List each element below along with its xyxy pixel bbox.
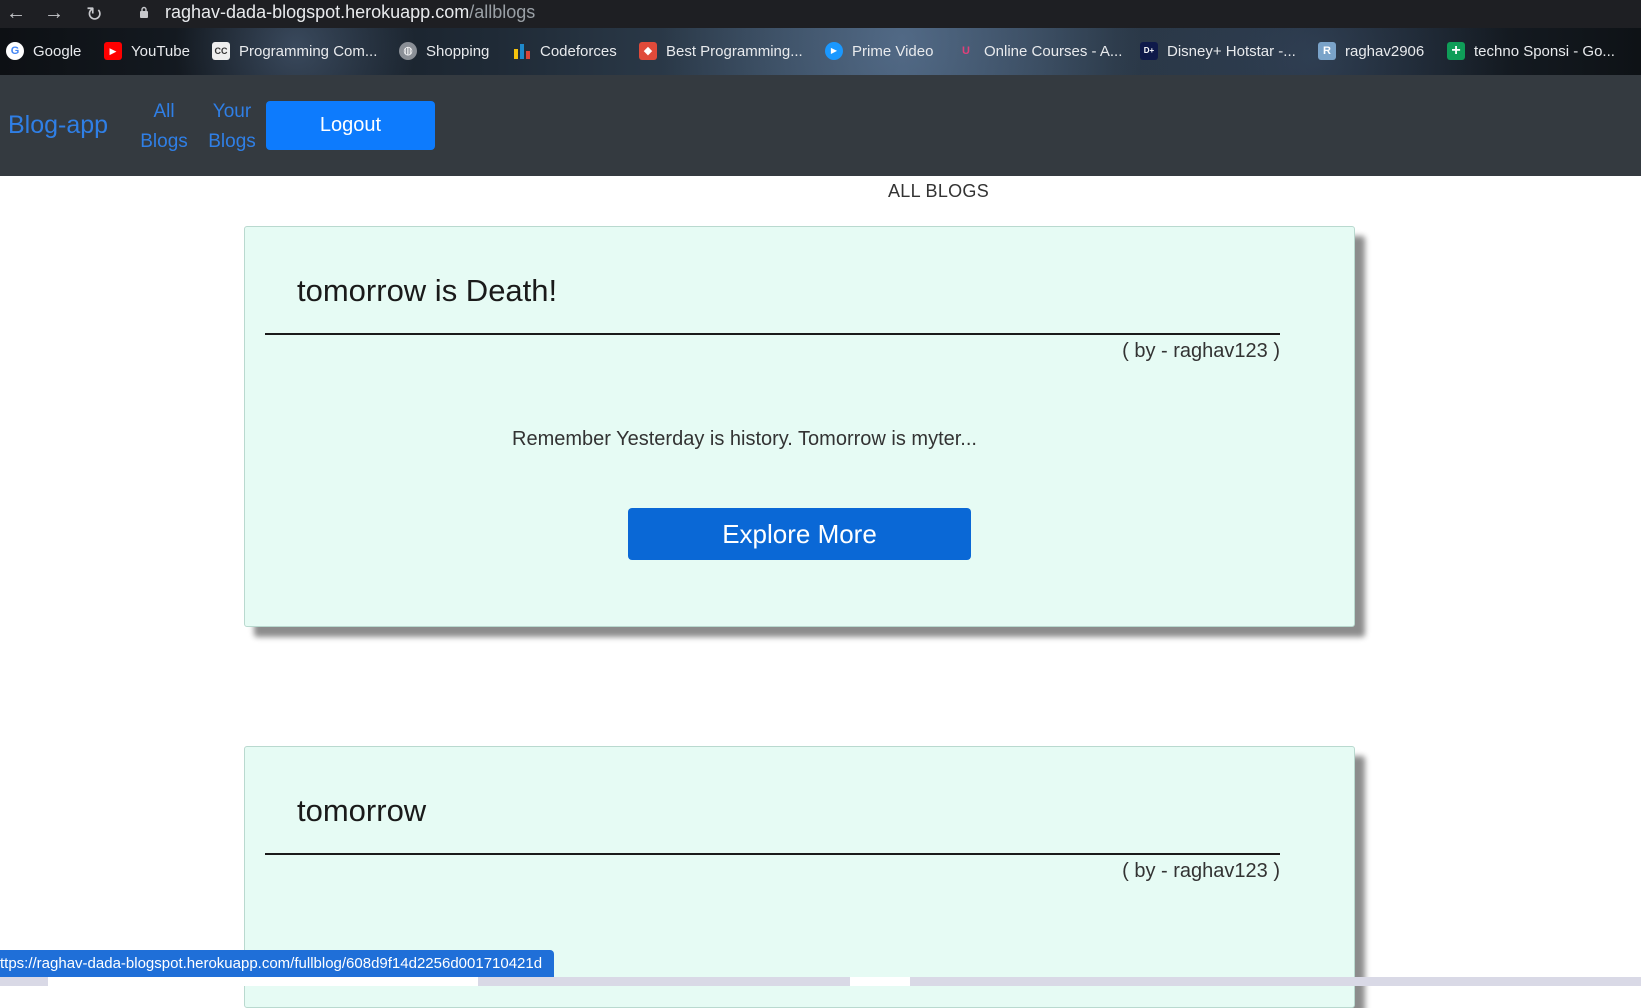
browser-address-bar: ← → ↻ raghav-dada-blogspot.herokuapp.com… xyxy=(0,0,1641,28)
nav-link-line1: Your xyxy=(212,101,252,122)
scroll-segment xyxy=(48,977,478,986)
cc-icon: CC xyxy=(212,42,230,60)
cube-icon: ◆ xyxy=(639,42,657,60)
bookmark-youtube[interactable]: ▶ YouTube xyxy=(104,40,190,62)
bookmark-label: techno Sponsi - Go... xyxy=(1474,42,1615,60)
bookmark-label: raghav2906 xyxy=(1345,42,1425,60)
forward-arrow-icon[interactable]: → xyxy=(44,2,64,25)
prime-video-icon: ▶ xyxy=(825,42,843,60)
bookmark-label: Prime Video xyxy=(852,42,934,60)
google-icon: G xyxy=(6,42,24,60)
bookmark-raghav2906[interactable]: R raghav2906 xyxy=(1318,40,1424,62)
profile-icon: R xyxy=(1318,42,1336,60)
bookmark-online-courses[interactable]: U Online Courses - A... xyxy=(957,40,1122,62)
bookmark-codeforces[interactable]: Codeforces xyxy=(513,40,617,62)
bookmark-shopping[interactable]: ◍ Shopping xyxy=(399,40,489,62)
blog-snippet: Remember Yesterday is history. Tomorrow … xyxy=(512,428,977,450)
blog-card: tomorrow is Death! ( by - raghav123 ) Re… xyxy=(244,226,1355,627)
bookmark-google[interactable]: G Google xyxy=(6,40,81,62)
nav-your-blogs[interactable]: Your Blogs xyxy=(206,97,258,157)
status-link-preview: ttps://raghav-dada-blogspot.herokuapp.co… xyxy=(0,950,555,977)
title-divider xyxy=(265,853,1280,855)
youtube-icon: ▶ xyxy=(104,42,122,60)
bookmark-label: Google xyxy=(33,42,82,60)
app-navbar: Blog-app All Blogs Your Blogs Logout xyxy=(0,75,1641,176)
bookmark-label: Codeforces xyxy=(540,42,617,60)
codeforces-icon xyxy=(513,42,531,60)
bookmark-label: Best Programming... xyxy=(666,42,803,60)
bookmark-label: Programming Com... xyxy=(239,42,378,60)
explore-more-button[interactable]: Explore More xyxy=(628,508,971,560)
logout-button[interactable]: Logout xyxy=(266,101,435,150)
bookmark-label: Online Courses - A... xyxy=(984,42,1123,60)
bookmark-best-programming[interactable]: ◆ Best Programming... xyxy=(639,40,803,62)
brand-link[interactable]: Blog-app xyxy=(8,111,108,140)
bookmark-techno-sponsi[interactable]: + techno Sponsi - Go... xyxy=(1447,40,1615,62)
url-path: /allblogs xyxy=(469,2,536,22)
nav-link-line2: Blogs xyxy=(208,131,256,152)
bookmark-disney-hotstar[interactable]: D+ Disney+ Hotstar -... xyxy=(1140,40,1296,62)
nav-link-line2: Blogs xyxy=(140,131,188,152)
globe-icon: ◍ xyxy=(399,42,417,60)
title-divider xyxy=(265,333,1280,335)
back-arrow-icon[interactable]: ← xyxy=(6,2,26,25)
blog-title: tomorrow xyxy=(297,793,427,828)
url-host: raghav-dada-blogspot.herokuapp.com xyxy=(165,2,470,22)
hotstar-icon: D+ xyxy=(1140,42,1158,60)
udemy-icon: U xyxy=(962,45,970,57)
bookmark-programming-com[interactable]: CC Programming Com... xyxy=(212,40,377,62)
lock-icon xyxy=(140,6,148,18)
bottom-scrollbar[interactable] xyxy=(0,977,1641,986)
blog-author: ( by - raghav123 ) xyxy=(1122,340,1280,362)
scroll-segment xyxy=(850,977,910,986)
sheets-icon: + xyxy=(1447,42,1465,60)
nav-all-blogs[interactable]: All Blogs xyxy=(139,97,189,157)
url-field[interactable]: raghav-dada-blogspot.herokuapp.com/allbl… xyxy=(165,2,535,23)
reload-icon[interactable]: ↻ xyxy=(86,2,103,27)
page-title: ALL BLOGS xyxy=(887,181,990,201)
nav-link-line1: All xyxy=(153,101,175,122)
blog-author: ( by - raghav123 ) xyxy=(1122,860,1280,882)
bookmark-label: YouTube xyxy=(131,42,190,60)
bookmark-prime-video[interactable]: ▶ Prime Video xyxy=(825,40,933,62)
bookmark-label: Shopping xyxy=(426,42,490,60)
bookmark-label: Disney+ Hotstar -... xyxy=(1167,42,1296,60)
blog-title: tomorrow is Death! xyxy=(297,273,558,308)
bookmarks-bar: G Google ▶ YouTube CC Programming Com...… xyxy=(0,28,1641,76)
